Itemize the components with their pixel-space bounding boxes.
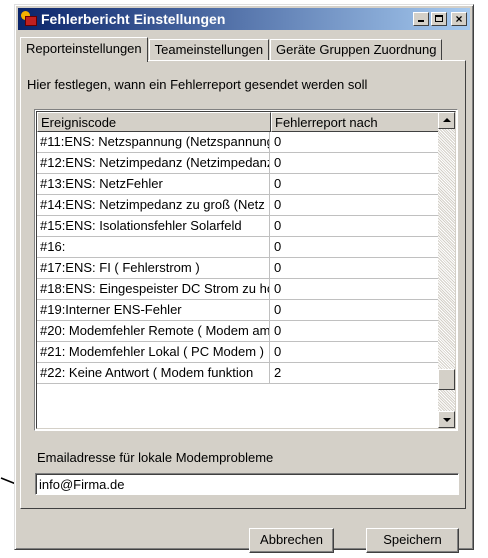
email-label: Emailadresse für lokale Modemprobleme: [37, 450, 274, 465]
grid-rows: #11:ENS: Netzspannung (Netzspannung 0 #12:…: [37, 132, 440, 384]
event-code-cell[interactable]: #15:ENS: Isolationsfehler Solarfeld: [37, 216, 270, 236]
window-title: Fehlerbericht Einstellungen: [41, 11, 226, 27]
close-icon: ×: [455, 12, 463, 26]
report-after-cell[interactable]: 0: [271, 300, 440, 320]
table-row[interactable]: #14:ENS: Netzimpedanz zu groß (Netz 0: [37, 195, 440, 216]
report-after-cell[interactable]: 0: [271, 342, 440, 362]
tab-reporteinstellungen[interactable]: Reporteinstellungen: [20, 37, 148, 62]
report-after-cell[interactable]: 0: [271, 321, 440, 341]
table-row[interactable]: #18:ENS: Eingespeister DC Strom zu hoch 0: [37, 279, 440, 300]
column-header-fehlerreport[interactable]: Fehlerreport nach: [271, 112, 440, 132]
table-row[interactable]: #12:ENS: Netzimpedanz (Netzimpedanz 0: [37, 153, 440, 174]
event-code-cell[interactable]: #14:ENS: Netzimpedanz zu groß (Netz: [37, 195, 270, 215]
arrow-down-icon: [443, 418, 451, 422]
event-code-cell[interactable]: #21: Modemfehler Lokal ( PC Modem ): [37, 342, 270, 362]
table-row[interactable]: #17:ENS: FI ( Fehlerstrom ) 0: [37, 258, 440, 279]
scroll-down-button[interactable]: [438, 411, 455, 428]
save-button[interactable]: Speichern: [366, 528, 459, 553]
scroll-thumb[interactable]: [438, 369, 455, 390]
tab-strip: Reporteinstellungen Teameinstellungen Ge…: [20, 37, 443, 62]
column-header-ereigniscode[interactable]: Ereigniscode: [37, 112, 271, 132]
description-text: Hier festlegen, wann ein Fehlerreport ge…: [27, 77, 368, 92]
report-after-cell[interactable]: 0: [271, 153, 440, 173]
report-after-cell[interactable]: 0: [271, 174, 440, 194]
minimize-button[interactable]: [413, 12, 429, 26]
report-after-cell[interactable]: 2: [271, 363, 440, 383]
report-after-cell[interactable]: 0: [271, 216, 440, 236]
close-button[interactable]: ×: [451, 12, 467, 26]
minimize-icon: [418, 20, 424, 22]
table-row[interactable]: #21: Modemfehler Lokal ( PC Modem ) 0: [37, 342, 440, 363]
table-row[interactable]: #20: Modemfehler Remote ( Modem am 0: [37, 321, 440, 342]
table-row[interactable]: #15:ENS: Isolationsfehler Solarfeld 0: [37, 216, 440, 237]
email-input[interactable]: [35, 473, 459, 495]
event-code-cell[interactable]: #18:ENS: Eingespeister DC Strom zu hoch: [37, 279, 270, 299]
table-row[interactable]: #22: Keine Antwort ( Modem funktion 2: [37, 363, 440, 384]
dialog-window: Fehlerbericht Einstellungen × Reporteins…: [14, 4, 474, 553]
table-row[interactable]: #16: 0: [37, 237, 440, 258]
cancel-button[interactable]: Abbrechen: [249, 528, 334, 553]
report-after-cell[interactable]: 0: [271, 279, 440, 299]
event-code-cell[interactable]: #16:: [37, 237, 270, 257]
title-bar[interactable]: Fehlerbericht Einstellungen ×: [18, 8, 470, 30]
maximize-button[interactable]: [431, 12, 447, 26]
app-icon: [21, 11, 37, 27]
maximize-icon: [435, 15, 443, 22]
tab-teameinstellungen[interactable]: Teameinstellungen: [148, 39, 270, 61]
event-code-cell[interactable]: #17:ENS: FI ( Fehlerstrom ): [37, 258, 270, 278]
event-code-cell[interactable]: #12:ENS: Netzimpedanz (Netzimpedanz: [37, 153, 270, 173]
event-code-cell[interactable]: #13:ENS: NetzFehler: [37, 174, 270, 194]
event-code-cell[interactable]: #22: Keine Antwort ( Modem funktion: [37, 363, 270, 383]
scroll-up-button[interactable]: [438, 112, 455, 129]
report-after-cell[interactable]: 0: [271, 195, 440, 215]
event-code-cell[interactable]: #11:ENS: Netzspannung (Netzspannung: [37, 132, 270, 152]
table-row[interactable]: #19:Interner ENS-Fehler 0: [37, 300, 440, 321]
report-after-cell[interactable]: 0: [271, 132, 440, 152]
arrow-up-icon: [443, 118, 451, 122]
table-row[interactable]: #11:ENS: Netzspannung (Netzspannung 0: [37, 132, 440, 153]
table-row[interactable]: #13:ENS: NetzFehler 0: [37, 174, 440, 195]
report-after-cell[interactable]: 0: [271, 237, 440, 257]
event-grid[interactable]: Ereigniscode Fehlerreport nach #11:ENS: …: [34, 109, 458, 431]
report-after-cell[interactable]: 0: [271, 258, 440, 278]
vertical-scrollbar[interactable]: [438, 112, 455, 428]
tab-geraete-gruppen-zuordnung[interactable]: Geräte Gruppen Zuordnung: [270, 39, 443, 61]
event-code-cell[interactable]: #19:Interner ENS-Fehler: [37, 300, 270, 320]
event-code-cell[interactable]: #20: Modemfehler Remote ( Modem am: [37, 321, 270, 341]
